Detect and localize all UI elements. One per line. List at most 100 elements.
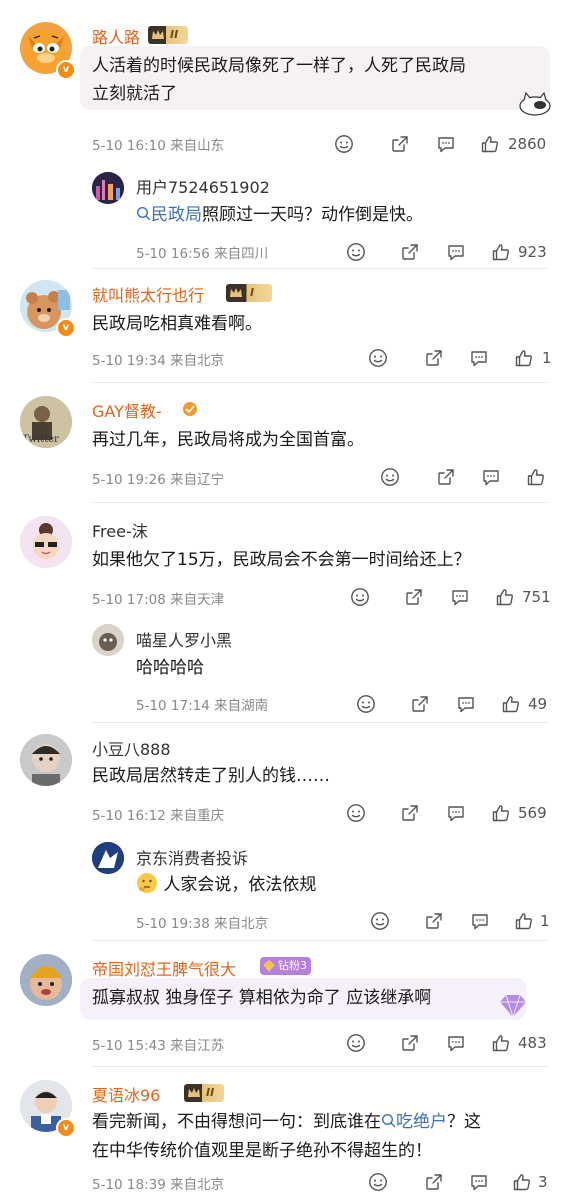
like-count: 3 <box>538 1173 548 1191</box>
share-icon[interactable] <box>390 134 410 154</box>
username[interactable]: 就叫熊太行也行 <box>92 282 204 306</box>
action-bar: 569 <box>346 803 556 823</box>
like-icon[interactable] <box>512 1172 532 1192</box>
comment-icon[interactable] <box>446 1033 466 1053</box>
comment-meta: 5-10 16:12 来自重庆 <box>92 808 225 824</box>
action-bar: 923 <box>346 242 556 262</box>
like-icon[interactable] <box>495 587 515 607</box>
like-icon[interactable] <box>514 348 534 368</box>
like-icon[interactable] <box>491 803 511 823</box>
topic-link[interactable]: 民政局 <box>136 205 202 225</box>
share-icon[interactable] <box>410 694 430 714</box>
username[interactable]: Free-沫 <box>92 518 148 542</box>
like-count: 923 <box>518 243 547 261</box>
reply-username[interactable]: 京东消费者投诉 <box>136 845 248 869</box>
share-icon[interactable] <box>436 467 456 487</box>
action-bar: 1 <box>368 348 558 368</box>
verified-icon: v <box>56 1118 76 1138</box>
emoji-icon[interactable] <box>368 348 388 368</box>
share-icon[interactable] <box>424 1172 444 1192</box>
comment-icon[interactable] <box>470 911 490 931</box>
comment-icon[interactable] <box>481 467 501 487</box>
comment-icon[interactable] <box>469 1172 489 1192</box>
comment-icon[interactable] <box>456 694 476 714</box>
comment-icon[interactable] <box>469 348 489 368</box>
comment-text-line: 民政局吃相真难看啊。 <box>92 314 262 334</box>
reply-text: 哈哈哈哈 <box>136 658 204 678</box>
like-count: 1 <box>540 912 550 930</box>
svg-text:Twitter: Twitter <box>22 434 59 445</box>
username[interactable]: 小豆八888 <box>92 736 171 760</box>
like-icon[interactable] <box>526 467 546 487</box>
action-bar: 2860 <box>334 134 554 154</box>
comment-text-line: 民政局居然转走了别人的钱…… <box>92 766 330 786</box>
avatar[interactable] <box>20 516 72 568</box>
fan-badge-icon <box>263 960 275 972</box>
comment-text-line: 立刻就活了 <box>92 84 177 104</box>
emoji-icon[interactable] <box>380 467 400 487</box>
share-icon[interactable] <box>400 242 420 262</box>
cat-sticker-icon <box>519 91 551 116</box>
avatar[interactable] <box>92 172 124 204</box>
avatar[interactable] <box>92 624 124 656</box>
comment-text-line: 再过几年，民政局将成为全国首富。 <box>92 430 364 450</box>
avatar[interactable] <box>92 842 124 874</box>
emoji-icon[interactable] <box>370 911 390 931</box>
share-icon[interactable] <box>400 803 420 823</box>
like-count: 483 <box>518 1034 547 1052</box>
divider <box>92 382 548 383</box>
comment-icon[interactable] <box>436 134 456 154</box>
like-icon[interactable] <box>480 134 500 154</box>
thinking-emoji-icon <box>137 873 157 893</box>
emoji-icon[interactable] <box>356 694 376 714</box>
action-bar: 49 <box>356 694 556 714</box>
comment-meta: 5-10 18:39 来自北京 <box>92 1177 225 1193</box>
like-count: 751 <box>522 588 551 606</box>
like-icon[interactable] <box>491 242 511 262</box>
comment-icon[interactable] <box>446 803 466 823</box>
share-icon[interactable] <box>424 348 444 368</box>
like-count: 2860 <box>508 135 547 153</box>
search-icon <box>136 206 151 221</box>
action-bar: 3 <box>368 1172 558 1192</box>
topic-link[interactable]: 吃绝户 <box>381 1112 447 1132</box>
comment-meta: 5-10 19:34 来自北京 <box>92 353 225 369</box>
comment-meta: 5-10 16:10 来自山东 <box>92 138 225 154</box>
reply-username[interactable]: 喵星人罗小黑 <box>136 627 232 651</box>
verified-icon: v <box>56 60 76 80</box>
avatar[interactable] <box>20 734 72 786</box>
reply-username[interactable]: 用户7524651902 <box>136 174 270 198</box>
diamond-icon <box>500 994 526 1019</box>
avatar[interactable]: Twitter <box>20 396 72 448</box>
action-bar <box>380 467 560 487</box>
username[interactable]: 夏语冰96 <box>92 1082 160 1106</box>
emoji-icon[interactable] <box>334 134 354 154</box>
comment-icon[interactable] <box>446 242 466 262</box>
divider <box>92 502 548 503</box>
emoji-icon[interactable] <box>350 587 370 607</box>
share-icon[interactable] <box>400 1033 420 1053</box>
avatar[interactable] <box>20 954 72 1006</box>
like-icon[interactable] <box>501 694 521 714</box>
emoji-icon[interactable] <box>346 242 366 262</box>
like-icon[interactable] <box>491 1033 511 1053</box>
like-icon[interactable] <box>514 911 534 931</box>
search-icon <box>381 1113 396 1128</box>
emoji-icon[interactable] <box>346 1033 366 1053</box>
comment-text-line: 看完新闻，不由得想问一句：到底谁在 吃绝户？这 <box>92 1112 481 1132</box>
username[interactable]: GAY督教- <box>92 398 162 422</box>
share-icon[interactable] <box>424 911 444 931</box>
emoji-icon[interactable] <box>368 1172 388 1192</box>
reply-meta: 5-10 16:56 来自四川 <box>136 246 269 262</box>
comment-text-line: 孤寡叔叔 独身侄子 算相依为命了 应该继承啊 <box>92 988 432 1008</box>
comment-text-line: 在中华传统价值观里是断子绝孙不得超生的！ <box>92 1141 432 1161</box>
action-bar: 483 <box>346 1033 556 1053</box>
action-bar: 751 <box>350 587 560 607</box>
divider <box>92 940 548 941</box>
like-count: 569 <box>518 804 547 822</box>
username[interactable]: 路人路 <box>92 24 140 48</box>
emoji-icon[interactable] <box>346 803 366 823</box>
comment-icon[interactable] <box>450 587 470 607</box>
share-icon[interactable] <box>404 587 424 607</box>
username[interactable]: 帝国刘怼王脾气很大 <box>92 956 236 980</box>
